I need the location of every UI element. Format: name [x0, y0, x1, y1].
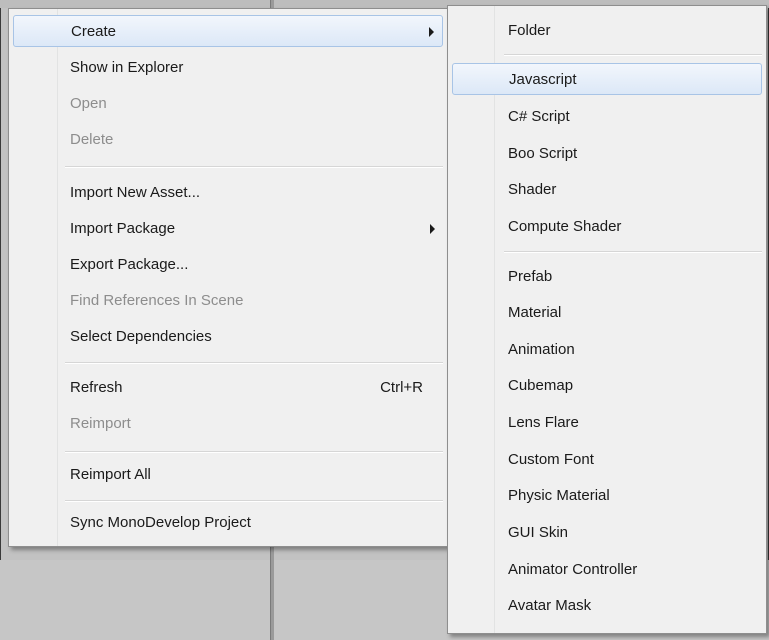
menu-item-label: Material [508, 304, 562, 321]
shortcut-label: Ctrl+R [380, 379, 423, 396]
menu-item-reimport-all[interactable]: Reimport All [13, 459, 443, 491]
menu-item-label: Boo Script [508, 145, 578, 162]
menu-item-label: Cubemap [508, 377, 574, 394]
menu-item-import-package[interactable]: Import Package [13, 213, 443, 245]
menu-item-label: Sync MonoDevelop Project [70, 514, 251, 531]
menu-separator [65, 166, 443, 168]
menu-item-cubemap[interactable]: Cubemap [452, 370, 762, 402]
menu-item-label: Reimport [70, 415, 131, 432]
menu-item-refresh[interactable]: Refresh Ctrl+R [13, 372, 443, 404]
submenu-arrow-icon [430, 224, 435, 234]
menu-item-open[interactable]: Open [13, 88, 443, 120]
menu-item-label: C# Script [508, 108, 570, 125]
menu-separator [65, 451, 443, 453]
menu-item-label: Show in Explorer [70, 59, 184, 76]
menu-item-label: Delete [70, 131, 114, 148]
menu-item-label: Lens Flare [508, 414, 579, 431]
menu-item-label: Avatar Mask [508, 597, 592, 614]
menu-separator [65, 500, 443, 502]
menu-item-label: Javascript [509, 71, 577, 88]
menu-item-animation[interactable]: Animation [452, 334, 762, 366]
menu-item-label: Open [70, 95, 107, 112]
menu-item-export-package[interactable]: Export Package... [13, 249, 443, 281]
menu-item-custom-font[interactable]: Custom Font [452, 444, 762, 476]
menu-item-sync-monodevelop[interactable]: Sync MonoDevelop Project [13, 507, 443, 539]
menu-item-csharp-script[interactable]: C# Script [452, 101, 762, 133]
menu-item-label: Animation [508, 341, 575, 358]
menu-item-label: Select Dependencies [70, 328, 212, 345]
menu-item-label: Folder [508, 22, 551, 39]
menu-item-import-new-asset[interactable]: Import New Asset... [13, 177, 443, 209]
menu-item-label: Reimport All [70, 466, 151, 483]
menu-item-boo-script[interactable]: Boo Script [452, 138, 762, 170]
menu-item-label: Shader [508, 181, 557, 198]
menu-item-lens-flare[interactable]: Lens Flare [452, 407, 762, 439]
menu-item-label: Refresh [70, 379, 123, 396]
create-submenu: Folder Javascript C# Script Boo Script S… [447, 5, 767, 634]
menu-item-prefab[interactable]: Prefab [452, 261, 762, 293]
menu-item-material[interactable]: Material [452, 297, 762, 329]
menu-item-label: Create [71, 23, 117, 40]
submenu-arrow-icon [429, 27, 434, 37]
menu-item-label: Physic Material [508, 487, 610, 504]
menu-item-label: Find References In Scene [70, 292, 244, 309]
menu-item-label: Import Package [70, 220, 176, 237]
menu-item-label: Animator Controller [508, 561, 638, 578]
menu-item-reimport[interactable]: Reimport [13, 408, 443, 440]
context-menu: Create Show in Explorer Open Delete Impo… [8, 8, 448, 547]
menu-item-show-in-explorer[interactable]: Show in Explorer [13, 52, 443, 84]
menu-item-shader[interactable]: Shader [452, 174, 762, 206]
menu-item-label: Import New Asset... [70, 184, 201, 201]
menu-item-folder[interactable]: Folder [452, 15, 762, 47]
menu-item-compute-shader[interactable]: Compute Shader [452, 211, 762, 243]
menu-item-create[interactable]: Create [13, 15, 443, 47]
menu-item-label: Prefab [508, 268, 553, 285]
menu-separator [504, 251, 762, 253]
menu-item-gui-skin[interactable]: GUI Skin [452, 517, 762, 549]
menu-item-physic-material[interactable]: Physic Material [452, 480, 762, 512]
menu-item-label: GUI Skin [508, 524, 569, 541]
menu-item-animator-controller[interactable]: Animator Controller [452, 554, 762, 586]
menu-separator [504, 54, 762, 56]
menu-separator [65, 362, 443, 364]
menu-item-javascript[interactable]: Javascript [452, 63, 762, 95]
menu-item-delete[interactable]: Delete [13, 124, 443, 156]
menu-item-label: Compute Shader [508, 218, 622, 235]
menu-item-avatar-mask[interactable]: Avatar Mask [452, 590, 762, 622]
menu-item-find-references[interactable]: Find References In Scene [13, 285, 443, 317]
menu-item-select-dependencies[interactable]: Select Dependencies [13, 321, 443, 353]
menu-item-label: Export Package... [70, 256, 189, 273]
menu-item-label: Custom Font [508, 451, 594, 468]
